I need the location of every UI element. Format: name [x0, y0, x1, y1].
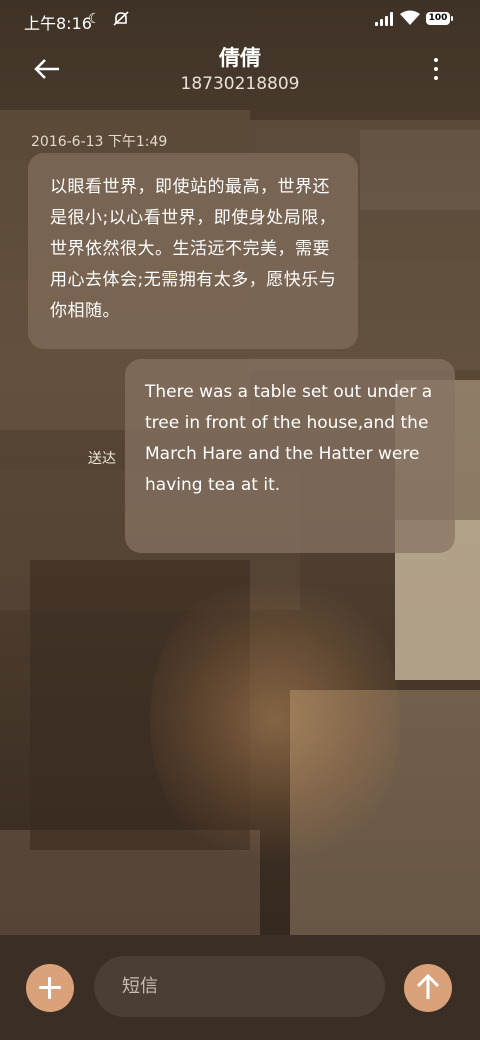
plus-icon[interactable]	[26, 964, 74, 1012]
wifi-icon	[400, 10, 420, 30]
received-message-bubble[interactable]: 以眼看世界，即使站的最高，世界还是很小;以心看世界，即使身处局限，世界依然很大。…	[28, 153, 358, 349]
sent-message-text: There was a table set out under a tree i…	[145, 382, 433, 495]
send-arrow-icon[interactable]	[404, 964, 452, 1012]
moon-icon: ☾	[88, 11, 101, 27]
status-bar: 上午8:16 ☾ 100	[0, 0, 480, 40]
mute-icon	[112, 11, 130, 31]
delivery-status: 送达	[88, 451, 116, 467]
message-timestamp: 2016-6-13 下午1:49	[31, 134, 168, 150]
more-vertical-icon[interactable]	[426, 54, 446, 84]
received-message-text: 以眼看世界，即使站的最高，世界还是很小;以心看世界，即使身处局限，世界依然很大。…	[50, 177, 337, 321]
contact-name: 倩倩	[219, 46, 261, 70]
battery-icon: 100	[426, 12, 453, 25]
message-input[interactable]: 短信	[94, 956, 385, 1017]
status-time: 上午8:16	[24, 14, 92, 33]
sent-message-bubble[interactable]: There was a table set out under a tree i…	[125, 359, 455, 553]
contact-phone-number: 18730218809	[180, 74, 300, 94]
signal-icon	[375, 12, 395, 26]
